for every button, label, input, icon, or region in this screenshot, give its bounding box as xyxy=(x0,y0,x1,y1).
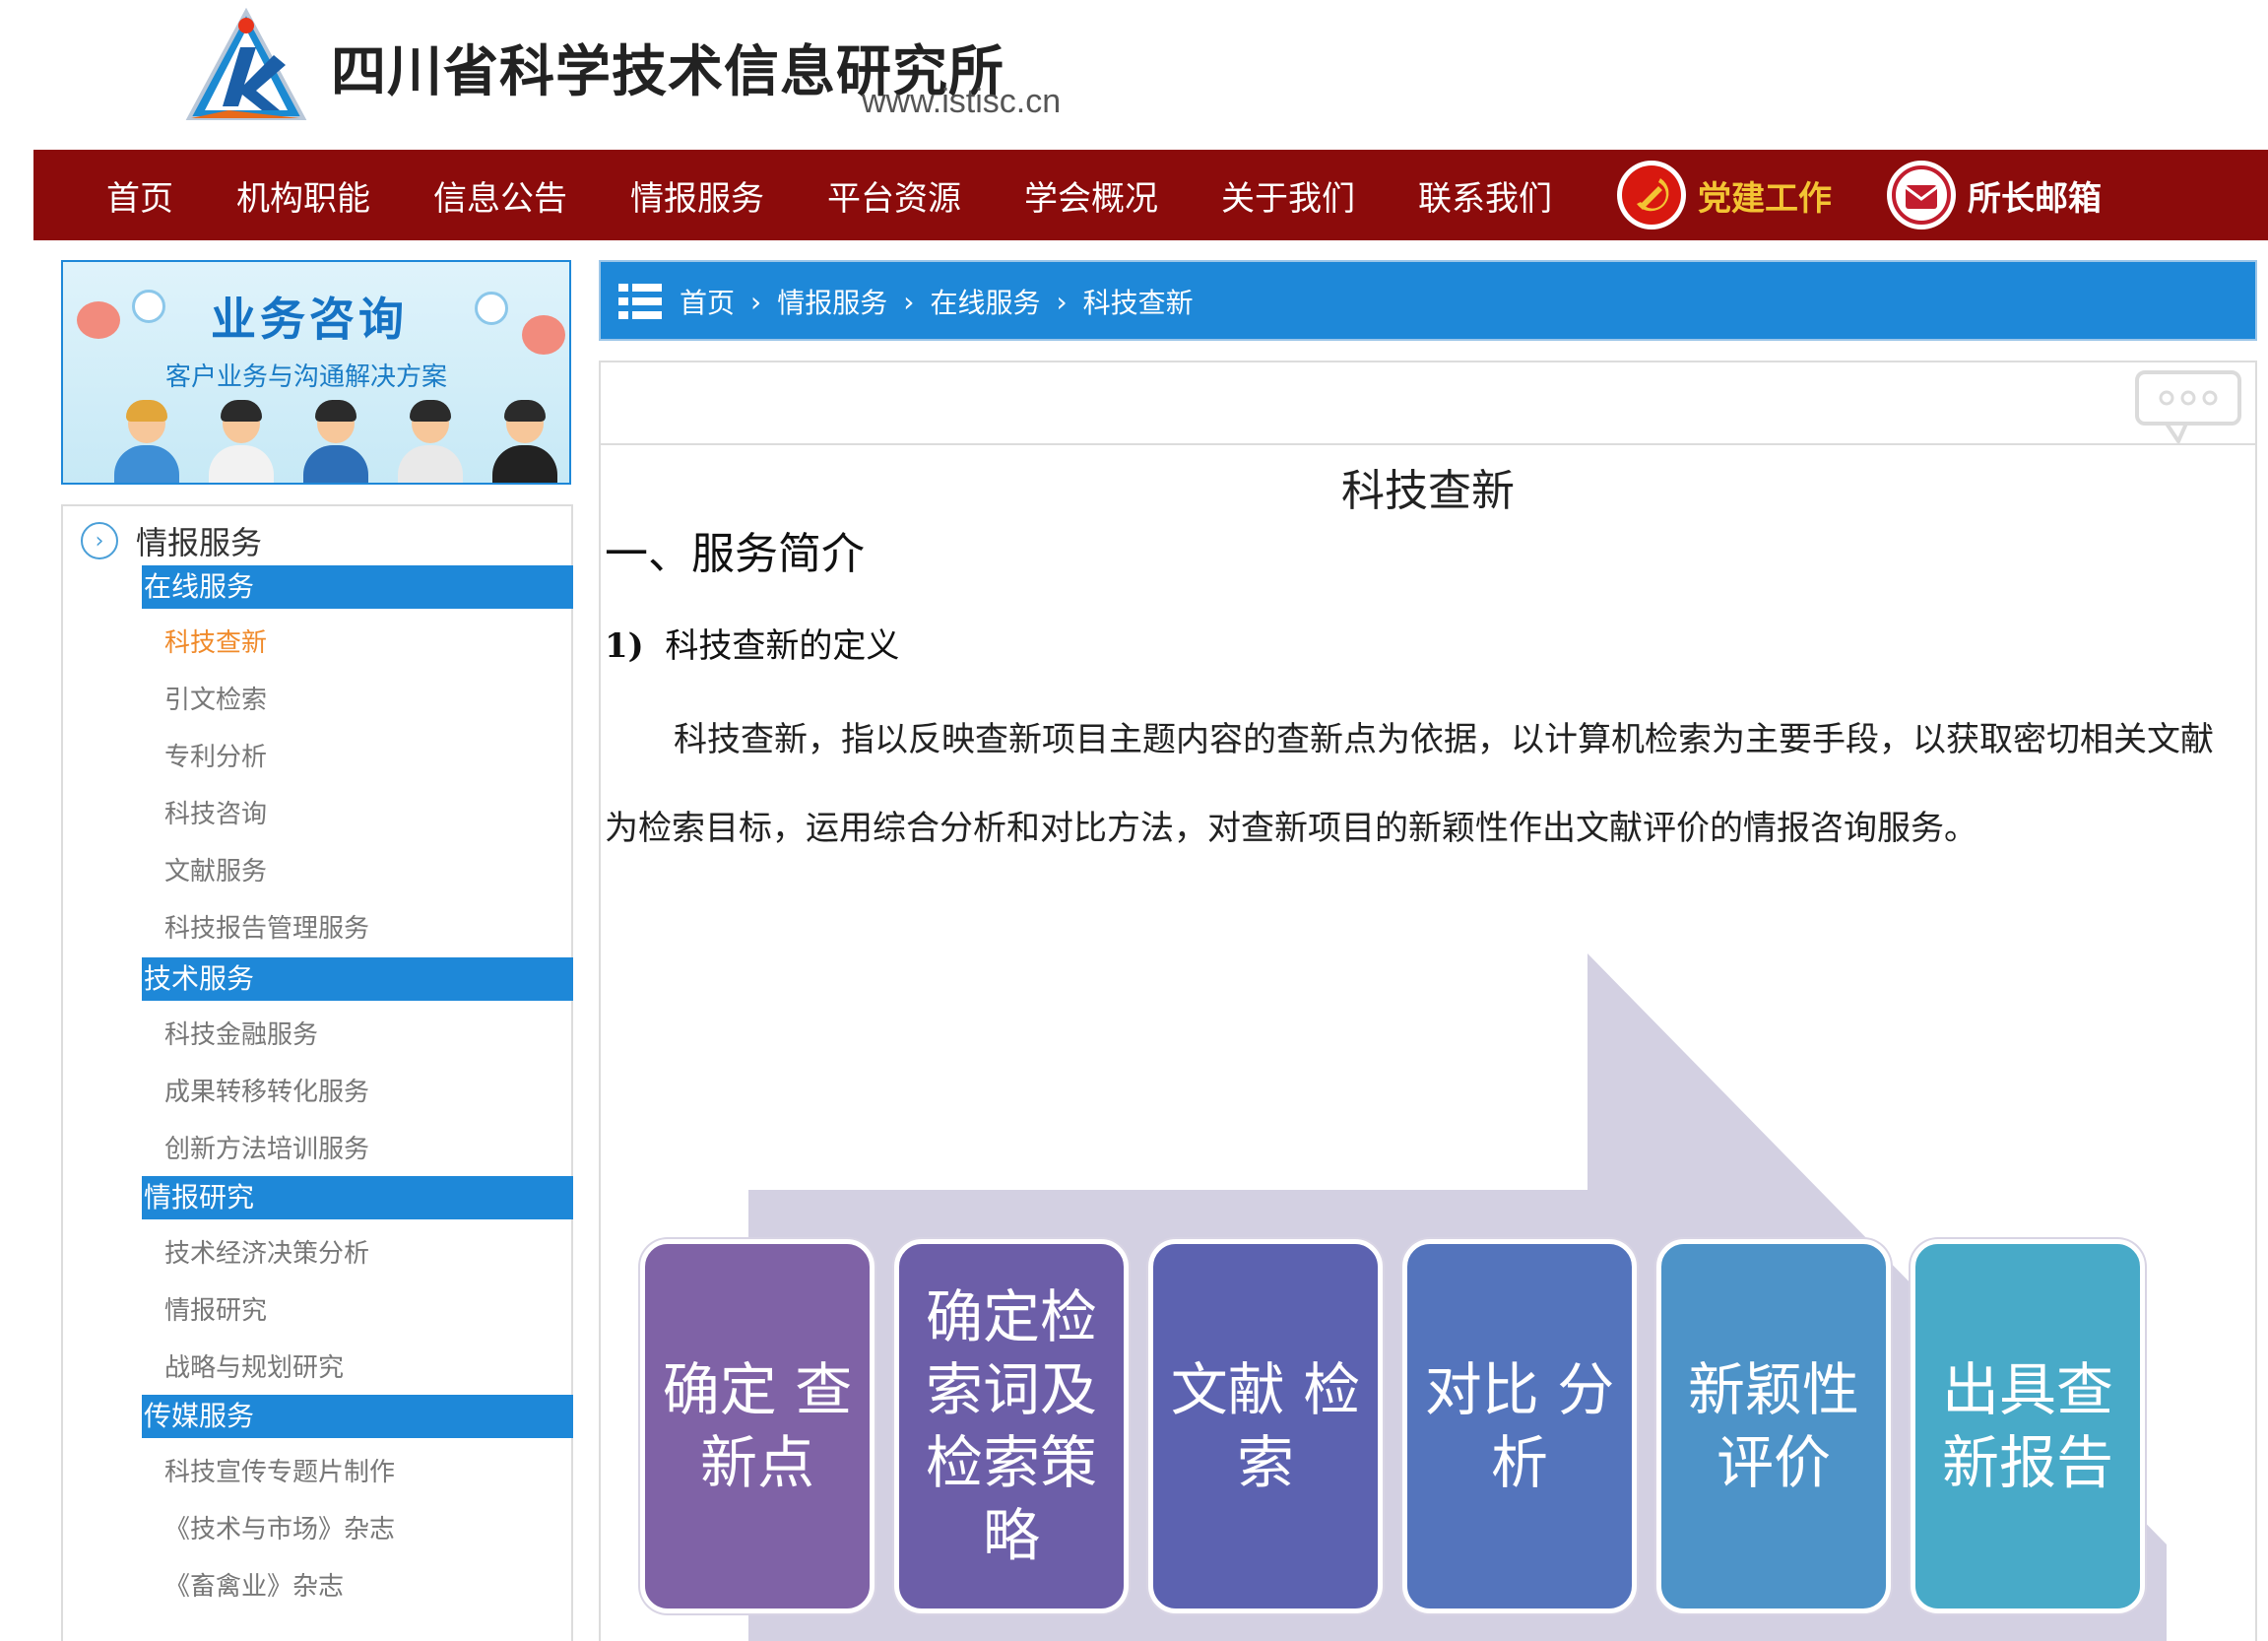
mailbox-icon xyxy=(1887,161,1956,230)
chat-bubble-icon xyxy=(77,301,120,339)
site-header: 四川省科学技术信息研究所 www.istisc.cn xyxy=(0,0,2268,150)
sidebar-category-media[interactable]: 传媒服务 xyxy=(142,1395,573,1438)
sidebar-item-film-production[interactable]: 科技宣传专题片制作 xyxy=(164,1452,395,1488)
sidebar-item-tech-finance[interactable]: 科技金融服务 xyxy=(164,1015,318,1051)
sidebar-item-citation-search[interactable]: 引文检索 xyxy=(164,680,267,716)
sidebar-item-livestock-magazine[interactable]: 《畜禽业》杂志 xyxy=(164,1566,344,1603)
nav-contact[interactable]: 联系我们 xyxy=(1418,171,1552,220)
article-toolbar xyxy=(601,361,2255,445)
nav-functions[interactable]: 机构职能 xyxy=(236,171,370,220)
subsection-number: 1) xyxy=(605,626,644,666)
hammer-sickle-icon xyxy=(1617,161,1686,230)
business-consult-banner[interactable]: 业务咨询 客户业务与沟通解决方案 xyxy=(61,260,571,485)
nav-director-mailbox[interactable]: 所长邮箱 xyxy=(1887,160,2102,230)
process-step: 确定检索词及检索策略 xyxy=(894,1239,1129,1613)
process-step: 确定 查新点 xyxy=(640,1239,875,1613)
sidebar-item-innovation-training[interactable]: 创新方法培训服务 xyxy=(164,1129,369,1165)
party-building-label: 党建工作 xyxy=(1698,178,1832,219)
sidebar-category-tech[interactable]: 技术服务 xyxy=(142,957,573,1001)
sidebar-menu: › 情报服务 在线服务 科技查新 引文检索 专利分析 科技咨询 文献服务 科技报… xyxy=(61,504,573,1641)
director-mailbox-label: 所长邮箱 xyxy=(1968,178,2102,219)
person-illustration xyxy=(209,400,274,483)
nav-party-building[interactable]: 党建工作 xyxy=(1617,160,1832,230)
chat-bubble-icon xyxy=(522,315,565,355)
nav-platform-resources[interactable]: 平台资源 xyxy=(827,171,961,220)
sidebar-item-report-management[interactable]: 科技报告管理服务 xyxy=(164,908,369,945)
person-illustration xyxy=(114,400,179,483)
sidebar-item-patent-analysis[interactable]: 专利分析 xyxy=(164,737,267,773)
chevron-right-icon: › xyxy=(750,285,762,318)
chevron-right-icon: › xyxy=(903,285,915,318)
sidebar-category-research[interactable]: 情报研究 xyxy=(142,1176,573,1219)
sidebar-category-online[interactable]: 在线服务 xyxy=(142,565,573,609)
process-step: 出具查 新报告 xyxy=(1911,1239,2145,1613)
chat-bubble-icon xyxy=(132,290,165,323)
sidebar-item-tech-consulting[interactable]: 科技咨询 xyxy=(164,794,267,830)
subsection-heading: 1) 科技查新的定义 xyxy=(605,619,899,667)
sidebar-heading-label: 情报服务 xyxy=(136,524,263,561)
nav-home[interactable]: 首页 xyxy=(106,171,173,220)
person-illustration xyxy=(398,400,463,483)
main-nav: 首页 机构职能 信息公告 情报服务 平台资源 学会概况 关于我们 联系我们 党建… xyxy=(33,150,2268,240)
breadcrumb-online-services[interactable]: 在线服务 xyxy=(930,282,1040,321)
list-icon xyxy=(618,284,662,319)
sidebar-item-novelty-search[interactable]: 科技查新 xyxy=(164,623,267,659)
chat-bubble-icon xyxy=(475,292,508,325)
subsection-title: 科技查新的定义 xyxy=(665,626,900,666)
istisc-logo-icon[interactable] xyxy=(183,8,309,126)
site-url[interactable]: www.istisc.cn xyxy=(862,83,1061,121)
process-step: 文献 检索 xyxy=(1148,1239,1383,1613)
sidebar-item-transfer[interactable]: 成果转移转化服务 xyxy=(164,1072,369,1108)
breadcrumb-intel-services[interactable]: 情报服务 xyxy=(777,282,887,321)
process-diagram: 确定 查新点 确定检索词及检索策略 文献 检索 对比 分析 新颖性 评价 出具查… xyxy=(630,953,2167,1641)
person-illustration xyxy=(492,400,557,483)
banner-subtitle: 客户业务与沟通解决方案 xyxy=(165,362,448,392)
article-title: 科技查新 xyxy=(1341,466,1515,516)
nav-intel-services[interactable]: 情报服务 xyxy=(630,171,764,220)
nav-about[interactable]: 关于我们 xyxy=(1221,171,1355,220)
sidebar-heading: › 情报服务 xyxy=(81,518,262,563)
sidebar-item-strategy-planning[interactable]: 战略与规划研究 xyxy=(164,1347,344,1384)
section-heading: 一、服务简介 xyxy=(605,529,865,579)
chat-icon xyxy=(2135,370,2241,443)
nav-announcements[interactable]: 信息公告 xyxy=(433,171,567,220)
breadcrumb-current[interactable]: 科技查新 xyxy=(1083,282,1194,321)
breadcrumb-bar: 首页 › 情报服务 › 在线服务 › 科技查新 xyxy=(599,260,2257,341)
process-step: 新颖性 评价 xyxy=(1656,1239,1891,1613)
banner-title: 业务咨询 xyxy=(211,293,408,346)
sidebar-item-tech-market-magazine[interactable]: 《技术与市场》杂志 xyxy=(164,1509,395,1545)
nav-society[interactable]: 学会概况 xyxy=(1024,171,1158,220)
article-paragraph: 科技查新，指以反映查新项目主题内容的查新点为依据，以计算机检索为主要手段，以获取… xyxy=(605,720,2214,848)
breadcrumb-home[interactable]: 首页 xyxy=(680,282,735,321)
chevron-right-icon: › xyxy=(1056,285,1068,318)
sidebar-item-decision-analysis[interactable]: 技术经济决策分析 xyxy=(164,1233,369,1270)
sidebar-item-literature-service[interactable]: 文献服务 xyxy=(164,851,267,887)
person-illustration xyxy=(303,400,368,483)
breadcrumb: 首页 › 情报服务 › 在线服务 › 科技查新 xyxy=(680,282,1194,321)
chevron-right-icon: › xyxy=(81,522,118,559)
sidebar-item-intel-research[interactable]: 情报研究 xyxy=(164,1290,267,1327)
process-step: 对比 分析 xyxy=(1402,1239,1637,1613)
